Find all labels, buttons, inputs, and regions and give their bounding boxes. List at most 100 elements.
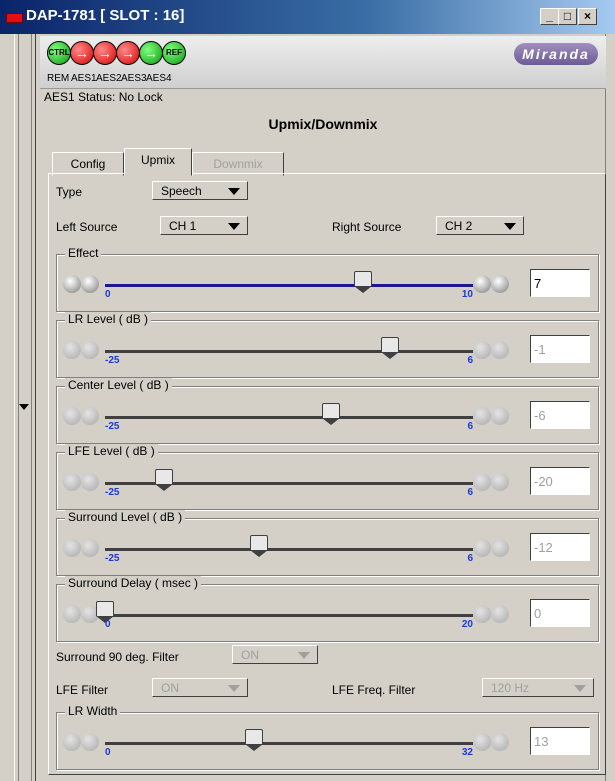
effect-slider-thumb[interactable] xyxy=(353,271,372,293)
chevron-down-icon xyxy=(228,223,240,230)
lr-level-fast-decrease-button[interactable] xyxy=(63,341,81,359)
aes3-led-icon[interactable]: → xyxy=(116,41,140,65)
lr-level-increase-button[interactable] xyxy=(473,341,491,359)
surround-level-decrease-button[interactable] xyxy=(81,539,99,557)
expand-arrow-icon[interactable] xyxy=(19,404,29,410)
aes1-label: AES1 xyxy=(71,73,97,84)
chevron-down-icon xyxy=(298,652,310,659)
surround-level-max-label: 6 xyxy=(467,553,473,564)
surround-delay-min-label: 0 xyxy=(105,619,111,630)
surround-delay-value-field[interactable]: 0 xyxy=(530,599,590,627)
rem-label: REM xyxy=(47,73,70,84)
lr-width-fast-increase-button[interactable] xyxy=(491,733,509,751)
lfe-filter-label: LFE Filter xyxy=(56,683,109,697)
lr-width-min-label: 0 xyxy=(105,747,111,758)
effect-slider-track[interactable] xyxy=(105,284,473,287)
surround-delay-slider-thumb[interactable] xyxy=(96,601,114,623)
surround-filter-label: Surround 90 deg. Filter xyxy=(56,650,179,664)
lr-width-value-field[interactable]: 13 xyxy=(530,727,590,755)
tab-upmix[interactable]: Upmix xyxy=(124,148,192,176)
center-level-increase-button[interactable] xyxy=(473,407,491,425)
effect-min-label: 0 xyxy=(105,289,111,300)
surround-level-slider-track[interactable] xyxy=(105,548,473,551)
chevron-down-icon xyxy=(504,223,516,230)
lr-width-group: LR Width 0 32 13 xyxy=(56,704,599,770)
lr-level-fast-increase-button[interactable] xyxy=(491,341,509,359)
right-source-select[interactable]: CH 2 xyxy=(436,216,524,235)
surround-delay-increase-button[interactable] xyxy=(473,605,491,623)
ref-led-icon[interactable]: REF xyxy=(162,41,186,65)
effect-value-field[interactable]: 7 xyxy=(530,269,590,297)
lr-level-value-field[interactable]: -1 xyxy=(530,335,590,363)
right-source-label: Right Source xyxy=(332,220,402,234)
lfe-level-fast-increase-button[interactable] xyxy=(491,473,509,491)
lr-width-max-label: 32 xyxy=(461,747,473,758)
center-level-fast-decrease-button[interactable] xyxy=(63,407,81,425)
lr-width-decrease-button[interactable] xyxy=(81,733,99,751)
lfe-filter-value: ON xyxy=(161,681,179,695)
type-select[interactable]: Speech xyxy=(152,181,248,200)
aes1-led-icon[interactable]: → xyxy=(70,41,94,65)
lfe-freq-select[interactable]: 120 Hz xyxy=(482,678,594,697)
center-level-decrease-button[interactable] xyxy=(81,407,99,425)
surround-delay-slider-track[interactable] xyxy=(105,614,473,617)
center-level-slider-track[interactable] xyxy=(105,416,473,419)
aes4-led-icon[interactable]: → xyxy=(139,41,163,65)
window-frame-left xyxy=(0,34,15,781)
effect-increase-button[interactable] xyxy=(473,275,491,293)
close-button[interactable]: × xyxy=(578,8,597,25)
status-text: AES1 Status: No Lock xyxy=(44,90,163,104)
lfe-level-slider-thumb[interactable] xyxy=(155,469,174,491)
lfe-filter-select[interactable]: ON xyxy=(152,678,248,697)
lr-level-title: LR Level ( dB ) xyxy=(65,312,152,326)
lfe-level-group: LFE Level ( dB ) -25 6 -20 xyxy=(56,444,599,510)
surround-delay-title: Surround Delay ( msec ) xyxy=(65,576,202,590)
surround-level-increase-button[interactable] xyxy=(473,539,491,557)
effect-fast-decrease-button[interactable] xyxy=(63,275,81,293)
lr-level-slider-thumb[interactable] xyxy=(380,337,399,359)
effect-fast-increase-button[interactable] xyxy=(491,275,509,293)
surround-delay-fast-increase-button[interactable] xyxy=(491,605,509,623)
surround-delay-max-label: 20 xyxy=(461,619,473,630)
left-source-value: CH 1 xyxy=(169,219,197,233)
lr-width-title: LR Width xyxy=(65,704,121,718)
lfe-level-value-field[interactable]: -20 xyxy=(530,467,590,495)
title-bar: DAP-1781 [ SLOT : 16] _ □ × xyxy=(0,0,615,34)
center-level-fast-increase-button[interactable] xyxy=(491,407,509,425)
lfe-level-decrease-button[interactable] xyxy=(81,473,99,491)
surround-delay-fast-decrease-button[interactable] xyxy=(63,605,81,623)
surround-filter-value: ON xyxy=(241,648,259,662)
maximize-button[interactable]: □ xyxy=(558,8,577,25)
surround-delay-group: Surround Delay ( msec ) 0 20 0 xyxy=(56,576,599,642)
lr-width-slider-track[interactable] xyxy=(105,742,473,745)
effect-decrease-button[interactable] xyxy=(81,275,99,293)
ctrl-led-icon[interactable]: CTRL xyxy=(47,41,71,65)
center-level-slider-thumb[interactable] xyxy=(321,403,340,425)
aes3-label: AES3 xyxy=(121,73,147,84)
surround-level-fast-increase-button[interactable] xyxy=(491,539,509,557)
lr-level-min-label: -25 xyxy=(105,355,120,366)
surround-level-slider-thumb[interactable] xyxy=(250,535,269,557)
surround-level-title: Surround Level ( dB ) xyxy=(65,510,186,524)
aes2-label: AES2 xyxy=(96,73,122,84)
chevron-down-icon xyxy=(228,188,240,195)
lr-width-slider-thumb[interactable] xyxy=(245,729,264,751)
lr-level-slider-track[interactable] xyxy=(105,350,473,353)
surround-level-fast-decrease-button[interactable] xyxy=(63,539,81,557)
lfe-level-increase-button[interactable] xyxy=(473,473,491,491)
minimize-button[interactable]: _ xyxy=(540,8,559,25)
center-level-value-field[interactable]: -6 xyxy=(530,401,590,429)
status-icon-bar: CTRL → → → → REF REM AES1 AES2 AES3 AES4… xyxy=(40,36,606,89)
left-source-select[interactable]: CH 1 xyxy=(160,216,248,235)
lfe-freq-label: LFE Freq. Filter xyxy=(332,683,416,697)
lr-width-increase-button[interactable] xyxy=(473,733,491,751)
surround-level-value-field[interactable]: -12 xyxy=(530,533,590,561)
center-level-max-label: 6 xyxy=(467,421,473,432)
lfe-level-fast-decrease-button[interactable] xyxy=(63,473,81,491)
lr-width-fast-decrease-button[interactable] xyxy=(63,733,81,751)
aes2-led-icon[interactable]: → xyxy=(93,41,117,65)
surround-filter-select[interactable]: ON xyxy=(232,645,318,664)
lr-level-decrease-button[interactable] xyxy=(81,341,99,359)
lfe-level-min-label: -25 xyxy=(105,487,120,498)
left-source-label: Left Source xyxy=(56,220,118,234)
